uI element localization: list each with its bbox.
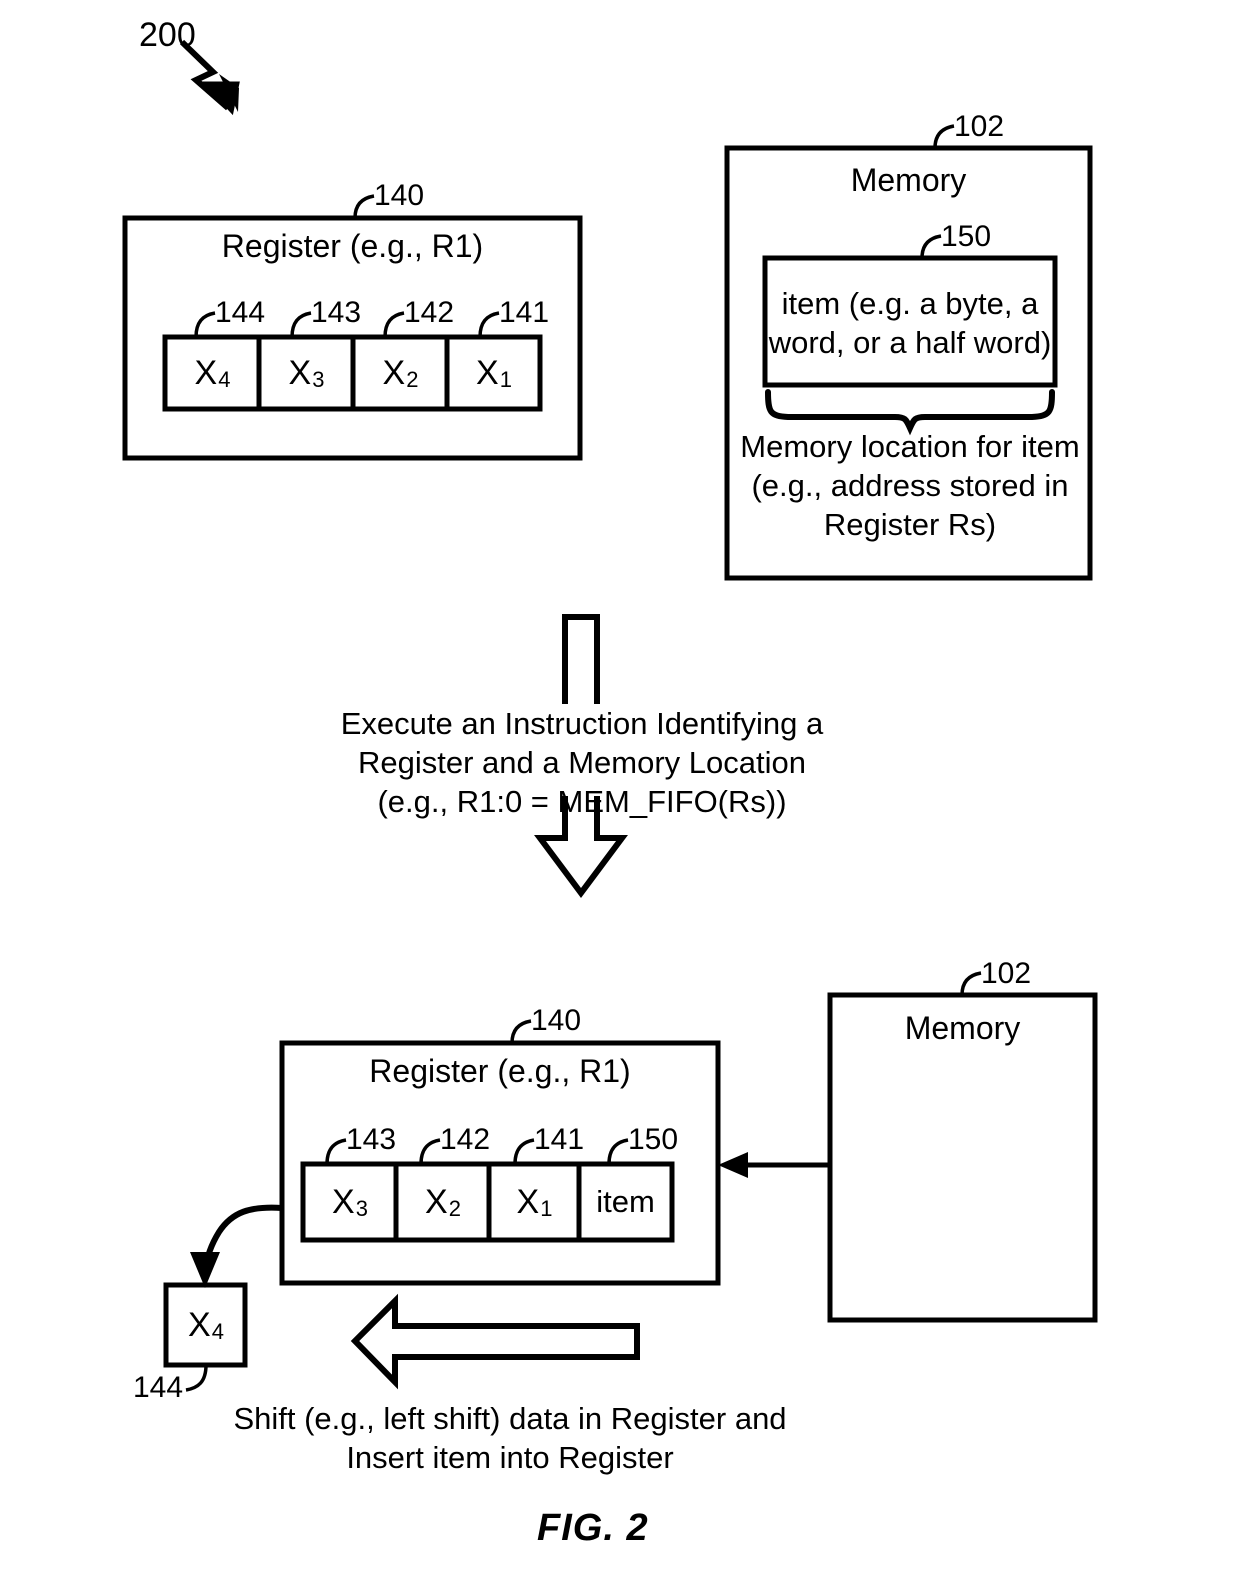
- memory-location-brace: [765, 389, 1055, 436]
- shifted-out-x-value: X: [188, 1305, 211, 1344]
- shift-caption-text: Shift (e.g., left shift) data in Registe…: [233, 1401, 787, 1475]
- ref-143-bottom: 143: [346, 1123, 397, 1156]
- top-register-title: Register (e.g., R1): [221, 228, 484, 264]
- bottom-cell-x1: X1: [489, 1164, 579, 1240]
- bottom-cell-x3: X3: [303, 1164, 396, 1240]
- shift-out-arrow: [190, 1204, 283, 1288]
- top-cell-x2-sub: 2: [406, 367, 419, 392]
- top-cell-x4-value: X: [194, 353, 218, 392]
- bottom-cell-x3-value: X: [332, 1182, 355, 1221]
- leader-line-140-bottom: [510, 1019, 532, 1044]
- ref-141-top: 141: [499, 296, 550, 329]
- top-cell-x4-sub: 4: [218, 367, 231, 392]
- leader-line-102-top: [933, 124, 955, 149]
- bottom-cell-item: item: [579, 1164, 672, 1240]
- leader-line-150: [920, 234, 942, 259]
- bottom-register-title: Register (e.g., R1): [369, 1053, 631, 1089]
- ref-141-bottom: 141: [534, 1123, 585, 1156]
- bottom-cell-x1-sub: 1: [540, 1196, 553, 1221]
- top-cell-x2-value: X: [382, 353, 406, 392]
- memory-location-caption: Memory location for item (e.g., address …: [740, 429, 1080, 542]
- leader-line-140-top: [353, 194, 375, 219]
- top-cell-x1-value: X: [476, 353, 499, 392]
- execute-instruction-text: Execute an Instruction Identifying a Reg…: [340, 706, 824, 819]
- bottom-cell-x2: X2: [396, 1164, 489, 1240]
- ref-102-bottom: 102: [981, 957, 1032, 990]
- top-cell-x4: X4: [165, 337, 259, 409]
- ref-142-bottom: 142: [440, 1123, 491, 1156]
- figure-number-label: 200: [139, 16, 196, 54]
- shifted-out-value: X4: [166, 1285, 245, 1365]
- top-cell-x3-value: X: [288, 353, 312, 392]
- bottom-cell-x1-value: X: [516, 1182, 540, 1221]
- leader-line-144-bottom: [185, 1364, 208, 1392]
- bottom-cell-x2-sub: 2: [448, 1196, 461, 1221]
- ref-102-top: 102: [954, 110, 1005, 143]
- top-cell-x3-sub: 3: [312, 367, 325, 392]
- top-cell-x2: X2: [353, 337, 447, 409]
- memory-to-register-arrow: [718, 1152, 830, 1178]
- patent-figure-2: 200 140 Register (e.g., R1) 144 143 142 …: [0, 0, 1240, 1570]
- bottom-cell-x2-value: X: [425, 1182, 448, 1221]
- ref-142-top: 142: [404, 296, 455, 329]
- ref-150-bottom: 150: [628, 1123, 679, 1156]
- leader-line-102-bottom: [960, 971, 982, 996]
- figure-caption: FIG. 2: [537, 1507, 649, 1549]
- ref-140-bottom: 140: [531, 1004, 582, 1037]
- top-cell-x3: X3: [259, 337, 353, 409]
- ref-143-top: 143: [311, 296, 362, 329]
- shifted-out-x-sub: 4: [211, 1319, 224, 1344]
- bottom-memory-title: Memory: [904, 1010, 1021, 1046]
- top-cell-x1: X1: [447, 337, 540, 409]
- ref-150-top: 150: [941, 220, 992, 253]
- ref-144-bottom: 144: [133, 1371, 184, 1404]
- ref-144-top: 144: [215, 296, 266, 329]
- top-cell-x1-sub: 1: [499, 367, 512, 392]
- bottom-cell-x3-sub: 3: [355, 1196, 368, 1221]
- shift-left-arrow: [350, 1293, 640, 1390]
- memory-item-text: item (e.g. a byte, a word, or a half wor…: [768, 286, 1052, 360]
- top-memory-title: Memory: [850, 162, 967, 198]
- bottom-cell-item-value: item: [596, 1184, 655, 1219]
- ref-140-top: 140: [374, 179, 425, 212]
